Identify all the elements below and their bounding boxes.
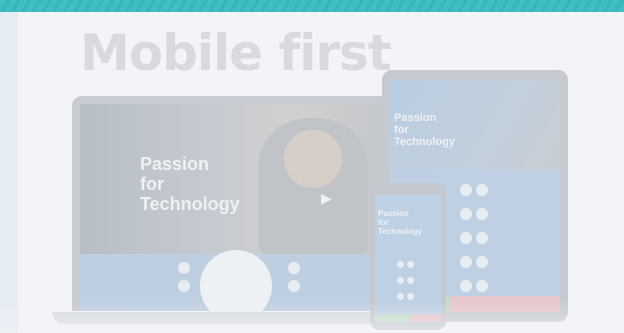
feature-dot bbox=[460, 280, 472, 292]
feature-dot bbox=[476, 232, 488, 244]
feature-dot bbox=[178, 262, 190, 274]
feature-dot bbox=[460, 256, 472, 268]
feature-dot bbox=[460, 232, 472, 244]
laptop-tagline: Passion for Technology bbox=[140, 154, 240, 214]
feature-dot bbox=[407, 261, 414, 268]
feature-dot bbox=[178, 280, 190, 292]
feature-dot bbox=[460, 208, 472, 220]
feature-dot bbox=[407, 293, 414, 300]
left-strip bbox=[0, 12, 18, 333]
play-icon: ▶ bbox=[321, 190, 332, 206]
feature-dot bbox=[288, 280, 300, 292]
feature-dot bbox=[397, 277, 404, 284]
headline: Mobile first bbox=[80, 24, 392, 82]
bottom-fade bbox=[0, 300, 624, 333]
feature-dot bbox=[476, 208, 488, 220]
top-accent-bar bbox=[0, 0, 624, 12]
feature-dot bbox=[288, 262, 300, 274]
phone-tagline: Passion for Technology bbox=[378, 209, 423, 236]
feature-dot bbox=[476, 280, 488, 292]
feature-dot bbox=[397, 261, 404, 268]
feature-dot bbox=[407, 277, 414, 284]
feature-dot bbox=[476, 256, 488, 268]
feature-dot bbox=[397, 293, 404, 300]
tablet-tagline: Passion for Technology bbox=[394, 112, 455, 148]
feature-dot bbox=[460, 184, 472, 196]
person-photo bbox=[258, 118, 368, 254]
feature-dot bbox=[476, 184, 488, 196]
